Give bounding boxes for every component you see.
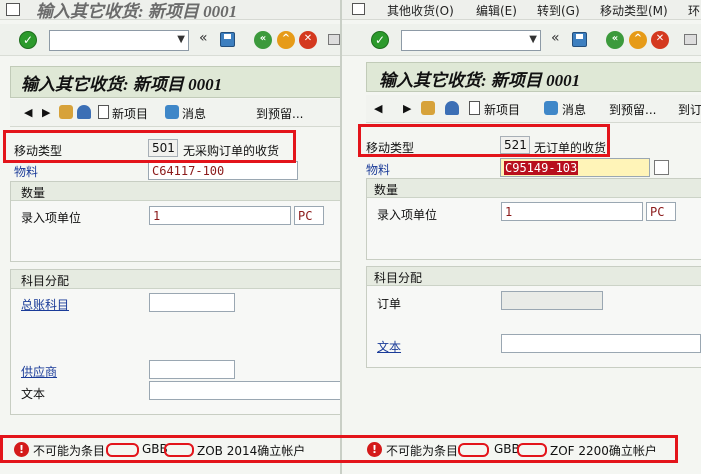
exit-icon[interactable]: ^	[277, 31, 295, 49]
screen-title: 输入其它收货: 新项目 0001	[21, 75, 223, 94]
gl-account-field[interactable]	[149, 293, 235, 312]
left-window: 输入其它收货: 新项目 0001 ✓ ▼ « « ^ ✕ 输入其它收货: 新项目…	[0, 0, 340, 474]
cancel-icon[interactable]: ✕	[651, 31, 669, 49]
quantity-group-title: 数量	[374, 183, 399, 197]
order-field[interactable]	[501, 291, 603, 310]
message-icon	[165, 105, 179, 119]
to-reserve-button[interactable]: 到预留...	[609, 101, 656, 118]
menu-edit[interactable]: 编辑(E)	[476, 2, 517, 19]
person-icon[interactable]	[59, 105, 73, 119]
enter-check-icon[interactable]: ✓	[19, 31, 37, 49]
entry-unit-label: 录入项单位	[377, 208, 438, 222]
quantity-group: 数量 录入项单位 1 PC	[10, 181, 340, 262]
message-icon	[544, 101, 558, 115]
material-field[interactable]: C95149-103	[500, 158, 650, 177]
left-screen-header: 输入其它收货: 新项目 0001	[10, 66, 340, 98]
material-label[interactable]: 物料	[14, 163, 38, 180]
quantity-field[interactable]: 1	[501, 202, 643, 221]
document-icon	[98, 105, 109, 119]
exit-icon[interactable]: ^	[629, 31, 647, 49]
person-icon[interactable]	[421, 101, 435, 115]
left-app-toolbar: ◀ ▶ 新项目 消息 到预留...	[10, 99, 340, 127]
save-icon[interactable]	[572, 32, 587, 47]
chevron-down-icon[interactable]: ▼	[177, 34, 185, 45]
menu-movement-type[interactable]: 移动类型(M)	[600, 2, 668, 19]
menu-goto[interactable]: 转到(G)	[537, 2, 580, 19]
to-reserve-button[interactable]: 到预留...	[256, 105, 303, 122]
window-menu-icon[interactable]	[352, 3, 365, 15]
order-label: 订单	[377, 297, 402, 311]
right-screen-header: 输入其它收货: 新项目 0001	[366, 62, 701, 92]
account-assignment-group: 科目分配 订单 文本	[366, 266, 701, 368]
quantity-group: 数量 录入项单位 1 PC	[366, 178, 701, 260]
unit-field[interactable]: PC	[646, 202, 676, 221]
material-label[interactable]: 物料	[366, 161, 390, 178]
message-button[interactable]: 消息	[562, 101, 586, 118]
screen-title: 输入其它收货: 新项目 0001	[379, 71, 581, 90]
highlight-box-left-movement-type	[3, 130, 296, 163]
next-icon[interactable]: ▶	[42, 106, 50, 119]
print-icon[interactable]	[684, 34, 697, 45]
account-assignment-title: 科目分配	[374, 271, 423, 285]
left-title-bar: 输入其它收货: 新项目 0001	[0, 0, 340, 21]
window-menu-icon[interactable]	[6, 3, 20, 16]
previous-icon[interactable]: ◀	[374, 102, 382, 115]
text-field[interactable]	[501, 334, 701, 353]
previous-icon[interactable]: ◀	[24, 106, 32, 119]
unit-field[interactable]: PC	[294, 206, 324, 225]
highlight-box-right-movement-type	[358, 124, 610, 157]
quantity-group-title: 数量	[21, 186, 46, 200]
vendor-label[interactable]: 供应商	[21, 363, 57, 380]
right-system-toolbar: ✓ ▼ « « ^ ✕	[342, 24, 701, 56]
hat-icon[interactable]	[77, 105, 91, 119]
next-icon[interactable]: ▶	[403, 102, 411, 115]
right-app-toolbar: ◀ ▶ 新项目 消息 到预留... 到订	[366, 95, 701, 123]
right-menu-bar: 其他收货(O) 编辑(E) 转到(G) 移动类型(M) 环	[342, 0, 701, 20]
double-left-icon[interactable]: «	[199, 30, 208, 46]
save-icon[interactable]	[220, 32, 235, 47]
chevron-down-icon[interactable]: ▼	[529, 34, 537, 45]
text-field[interactable]	[149, 381, 340, 400]
gl-account-label[interactable]: 总账科目	[21, 296, 69, 313]
menu-other-receipts[interactable]: 其他收货(O)	[387, 2, 454, 19]
back-icon[interactable]: «	[606, 31, 624, 49]
new-item-button[interactable]: 新项目	[112, 105, 148, 122]
left-system-toolbar: ✓ ▼ « « ^ ✕	[0, 24, 340, 56]
back-icon[interactable]: «	[254, 31, 272, 49]
material-value: C95149-103	[504, 161, 579, 175]
menu-environment[interactable]: 环	[688, 2, 700, 19]
hat-icon[interactable]	[445, 101, 459, 115]
entry-unit-label: 录入项单位	[21, 211, 82, 225]
cancel-icon[interactable]: ✕	[299, 31, 317, 49]
text-label: 文本	[21, 387, 46, 401]
to-order-button[interactable]: 到订	[678, 101, 701, 118]
message-button[interactable]: 消息	[182, 105, 206, 122]
command-field[interactable]: ▼	[49, 30, 189, 51]
copy-icon[interactable]	[654, 160, 669, 175]
window-title: 输入其它收货: 新项目 0001	[36, 2, 238, 21]
text-label[interactable]: 文本	[377, 338, 401, 355]
new-item-button[interactable]: 新项目	[484, 101, 520, 118]
print-icon[interactable]	[328, 34, 340, 45]
account-assignment-group: 科目分配 总账科目 供应商 文本	[10, 269, 340, 415]
vendor-field[interactable]	[149, 360, 235, 379]
command-field[interactable]: ▼	[401, 30, 541, 51]
right-window: 其他收货(O) 编辑(E) 转到(G) 移动类型(M) 环 ✓ ▼ « « ^ …	[340, 0, 701, 474]
material-field[interactable]: C64117-100	[148, 161, 298, 180]
quantity-field[interactable]: 1	[149, 206, 291, 225]
double-left-icon[interactable]: «	[551, 30, 560, 46]
document-icon	[469, 101, 480, 115]
highlight-box-status	[0, 435, 678, 463]
enter-check-icon[interactable]: ✓	[371, 31, 389, 49]
account-assignment-title: 科目分配	[21, 274, 70, 288]
